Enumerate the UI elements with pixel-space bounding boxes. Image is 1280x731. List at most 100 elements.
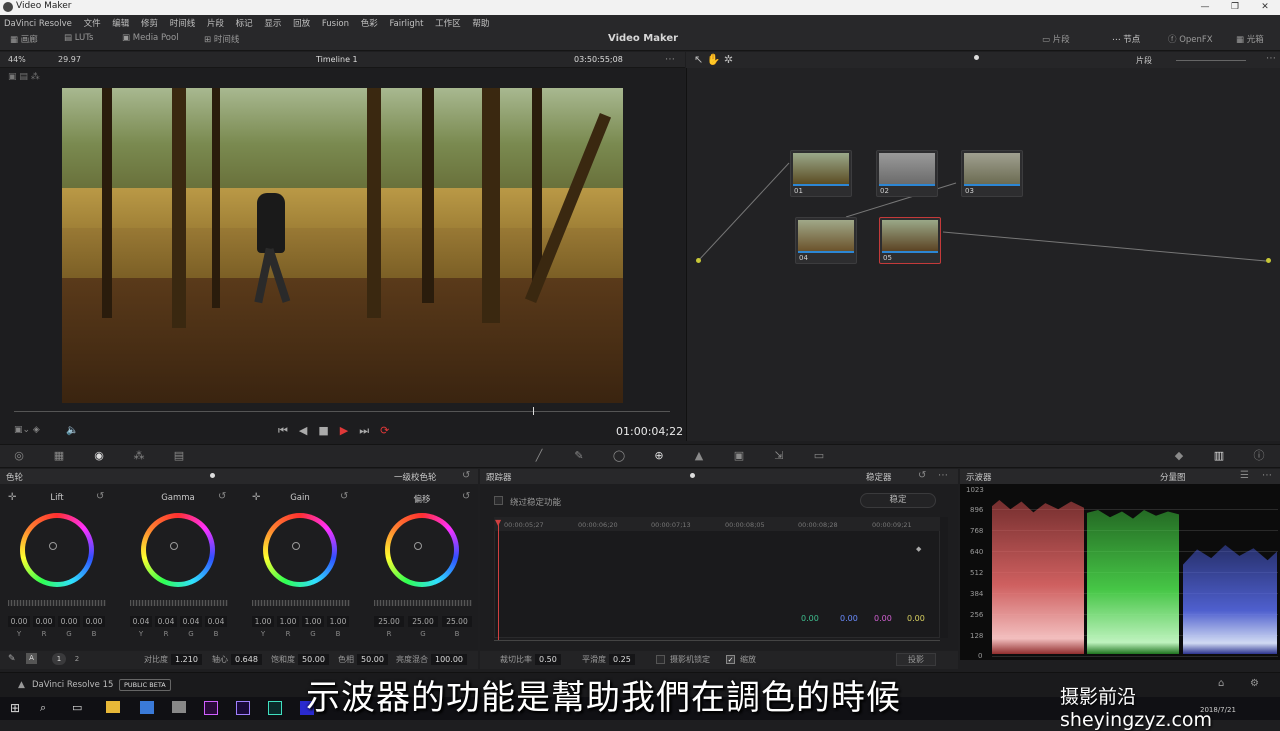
auto-icon[interactable]: A xyxy=(26,653,37,664)
offset-master-slider[interactable] xyxy=(374,600,472,606)
camera-lock-checkbox[interactable] xyxy=(656,655,665,664)
viewer-layout-icon[interactable]: ▣⌄ ◈ xyxy=(14,425,40,435)
tracker-reset-icon[interactable]: ↺ xyxy=(918,470,926,481)
gamma-b-value[interactable]: 0.04 xyxy=(205,616,227,627)
node-options-icon[interactable]: ⋯ xyxy=(1266,53,1276,64)
maximize-button[interactable]: ❐ xyxy=(1220,0,1250,15)
openfx-button[interactable]: ⓕ OpenFX xyxy=(1168,33,1213,45)
menu-playback[interactable]: 回放 xyxy=(293,19,310,29)
wheels-reset-icon[interactable]: ↺ xyxy=(462,470,470,481)
gamma-master-slider[interactable] xyxy=(130,600,228,606)
curves-icon[interactable]: ╱ xyxy=(530,447,548,465)
contrast-value[interactable]: 1.210 xyxy=(171,654,202,665)
tracker-icon[interactable]: ⊕ xyxy=(650,447,668,465)
menu-fusion[interactable]: Fusion xyxy=(322,19,349,29)
scopes-mode-select[interactable]: 分量图 xyxy=(1160,471,1186,483)
viewer-scrubber[interactable] xyxy=(14,411,670,412)
wheels-page-2[interactable]: 2 xyxy=(70,653,84,665)
saturation-value[interactable]: 50.00 xyxy=(298,654,329,665)
viewer-mode-icon[interactable]: ▣ ▤ ⁂ xyxy=(8,72,40,82)
viewer-options-icon[interactable]: ⋯ xyxy=(665,54,675,65)
gamma-y-value[interactable]: 0.04 xyxy=(130,616,152,627)
wheels-page-1[interactable]: 1 xyxy=(52,653,66,665)
gain-reset-icon[interactable]: ↺ xyxy=(340,491,348,502)
media-pool-button[interactable]: ▣ Media Pool xyxy=(122,33,179,43)
tracker-scrollbar[interactable] xyxy=(494,640,940,641)
rgb-mixer-icon[interactable]: ⁂ xyxy=(130,447,148,465)
projection-select[interactable]: 投影 xyxy=(896,653,936,666)
timeline-button[interactable]: ⊞ 时间线 xyxy=(204,33,239,45)
tracker-options-icon[interactable]: ⋯ xyxy=(938,470,948,481)
zoom-checkbox[interactable]: ✓ xyxy=(726,655,735,664)
lightbox-button[interactable]: ▦ 光箱 xyxy=(1236,33,1264,45)
menu-file[interactable]: 文件 xyxy=(84,19,101,29)
gain-wheel[interactable] xyxy=(263,513,337,587)
motion-effects-icon[interactable]: ▤ xyxy=(170,447,188,465)
offset-g-value[interactable]: 25.00 xyxy=(408,616,438,627)
after-effects-icon[interactable] xyxy=(236,701,250,715)
color-node-04[interactable]: 04 xyxy=(795,217,857,264)
clips-button[interactable]: ▭ 片段 xyxy=(1042,33,1070,45)
lift-picker-icon[interactable]: ✛ xyxy=(8,492,16,503)
close-button[interactable]: ✕ xyxy=(1250,0,1280,15)
node-tools-icons[interactable]: ↖ ✋ ✲ xyxy=(694,53,733,66)
keyframes-icon[interactable]: ◆ xyxy=(1170,447,1188,465)
blur-icon[interactable]: ▲ xyxy=(690,447,708,465)
skip-end-icon[interactable]: ⏭ xyxy=(359,424,380,437)
bypass-stabilize-checkbox[interactable] xyxy=(494,496,503,505)
qualifier-icon[interactable]: ✎ xyxy=(570,447,588,465)
scopes-settings-icon[interactable]: ☰ xyxy=(1240,470,1249,481)
play-icon[interactable]: ▶ xyxy=(340,424,359,437)
pivot-value[interactable]: 0.648 xyxy=(231,654,262,665)
lum-mix-value[interactable]: 100.00 xyxy=(431,654,467,665)
step-back-icon[interactable]: ◀ xyxy=(299,424,318,437)
scopes-options-icon[interactable]: ⋯ xyxy=(1262,470,1272,481)
menu-view[interactable]: 显示 xyxy=(264,19,281,29)
color-node-02[interactable]: 02 xyxy=(876,150,938,197)
node-output-pin[interactable] xyxy=(1266,258,1271,263)
luts-button[interactable]: ▤ LUTs xyxy=(64,33,93,43)
lift-y-value[interactable]: 0.00 xyxy=(8,616,30,627)
offset-reset-icon[interactable]: ↺ xyxy=(462,491,470,502)
lift-r-value[interactable]: 0.00 xyxy=(33,616,55,627)
lift-g-value[interactable]: 0.00 xyxy=(58,616,80,627)
lift-reset-icon[interactable]: ↺ xyxy=(96,491,104,502)
tracker-playhead[interactable] xyxy=(498,522,499,640)
color-node-03[interactable]: 03 xyxy=(961,150,1023,197)
menu-help[interactable]: 帮助 xyxy=(472,19,489,29)
node-input-pin[interactable] xyxy=(696,258,701,263)
lift-wheel[interactable] xyxy=(20,513,94,587)
lift-master-slider[interactable] xyxy=(8,600,106,606)
scrubber-playhead[interactable] xyxy=(533,407,534,415)
search-icon[interactable]: ⌕ xyxy=(40,701,46,715)
crop-ratio-value[interactable]: 0.50 xyxy=(535,654,561,665)
offset-wheel[interactable] xyxy=(385,513,459,587)
premiere-icon[interactable] xyxy=(204,701,218,715)
tracker-ruler[interactable]: 00:00:05;27 00:00:06;20 00:00:07;13 00:0… xyxy=(494,517,940,531)
key-icon[interactable]: ▣ xyxy=(730,447,748,465)
offset-r-value[interactable]: 25.00 xyxy=(374,616,404,627)
menu-fairlight[interactable]: Fairlight xyxy=(389,19,423,29)
menu-trim[interactable]: 修剪 xyxy=(141,19,158,29)
zoom-select[interactable]: 44% xyxy=(8,55,26,64)
timeline-select[interactable]: Timeline 1 xyxy=(316,55,358,64)
3d-icon[interactable]: ▭ xyxy=(810,447,828,465)
windows-start-icon[interactable]: ⊞ xyxy=(10,701,20,715)
lift-b-value[interactable]: 0.00 xyxy=(83,616,105,627)
gain-b-value[interactable]: 1.00 xyxy=(327,616,349,627)
color-match-icon[interactable]: ▦ xyxy=(50,447,68,465)
gamma-wheel[interactable] xyxy=(141,513,215,587)
tracker-vscroll[interactable] xyxy=(940,517,948,638)
smooth-value[interactable]: 0.25 xyxy=(609,654,635,665)
audition-icon[interactable] xyxy=(268,701,282,715)
menu-mark[interactable]: 标记 xyxy=(236,19,253,29)
gamma-reset-icon[interactable]: ↺ xyxy=(218,491,226,502)
tracker-mode-select[interactable]: 稳定器 xyxy=(866,471,892,483)
offset-b-value[interactable]: 25.00 xyxy=(442,616,472,627)
camera-raw-icon[interactable]: ◎ xyxy=(10,447,28,465)
file-explorer-icon[interactable] xyxy=(106,701,120,713)
gallery-button[interactable]: ▦ 画廊 xyxy=(10,33,38,45)
node-zoom-slider[interactable] xyxy=(1176,60,1246,61)
gain-picker-icon[interactable]: ✛ xyxy=(252,492,260,503)
minimize-button[interactable]: — xyxy=(1190,0,1220,15)
